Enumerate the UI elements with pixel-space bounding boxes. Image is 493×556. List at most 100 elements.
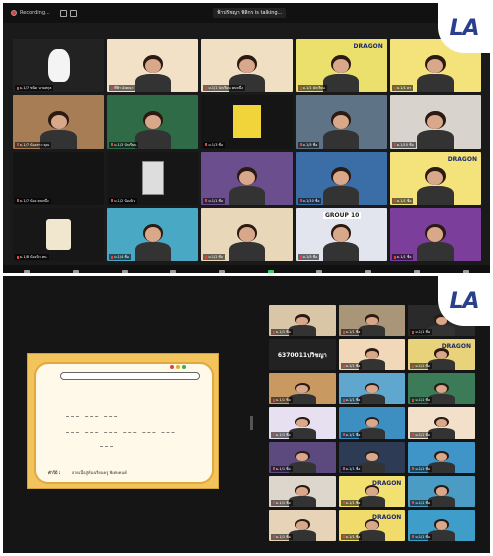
figure-body [417,73,454,93]
participants-icon[interactable] [170,269,177,273]
more-icon[interactable] [462,269,469,273]
participant-tile[interactable]: ม.1/2 ชื่อ [201,207,293,261]
participant-name: ม.1/5 ชื่อ [297,254,320,260]
participant-tile[interactable]: DRAGON ม.1/1 ชื่อ [338,475,406,507]
participant-tile[interactable]: ม.1/1 ชื่อ [338,407,406,439]
participant-tile[interactable]: ม.1/7 น้อง คนหนึ่ง [13,151,105,205]
figure-body [134,73,172,93]
participant-tile[interactable]: ม.1/8 น้องนิว คน [13,207,105,261]
figure-face [366,316,378,325]
participant-tile[interactable]: ม.1/1 ชื่อ [408,509,475,541]
word-puzzle-card: ___ ___ ___ ___ ___ ___ ___ ___ ___ ___ … [34,362,214,484]
participant-tile[interactable]: ม.1/1 ชื่อ [269,305,336,337]
participant-figure [322,167,360,205]
participant-name-text: ม.1/1 ชื่อ [396,255,412,259]
participant-figure [134,111,172,149]
participant-tile[interactable]: ม.1/1 ชื่อ [269,407,336,439]
figure-face [333,227,350,242]
hint-label: คำใบ้ : [48,470,61,475]
participant-tile[interactable]: ม.1/3 นักเรียน [107,95,199,149]
snoopy-avatar-image [45,219,72,251]
muted-mic-icon [393,143,396,146]
participant-figure [417,54,454,93]
participant-tile[interactable]: ม.1/1 ชื่อ [338,373,406,405]
participant-tile[interactable]: ม.1/1 ชื่อ [408,475,475,507]
muted-mic-icon [342,398,345,402]
figure-body [288,427,316,439]
muted-mic-icon [273,398,275,402]
participant-tile[interactable]: DRAGON ม.1/1 นักเรียน [295,39,387,93]
participant-tile[interactable]: ม.1/1 ชื่อ [389,207,481,261]
window-dot-icon [176,365,180,369]
participant-name: ม.1/7 ชนิด นามสกุล [15,85,54,92]
puzzle-hint: คำใบ้ : ลวดเนื้อสู่ห้องเรียนครู พิเศษคนค… [48,469,127,476]
participant-figure [134,54,172,93]
participant-tile[interactable]: GROUP 10 ม.1/5 ชื่อ [295,207,387,261]
participant-tile[interactable]: ม.1/1 ชื่อ [269,441,336,473]
share-icon[interactable] [121,269,128,273]
participant-tile[interactable]: ม.1/7 น้องสาว คุณ [13,95,105,149]
participant-tile[interactable]: ม.1/7 ชนิด นามสกุล [13,39,105,93]
record-icon[interactable] [316,269,323,273]
mic-icon[interactable] [24,269,31,273]
figure-body [358,359,386,371]
participant-name-text: ม.1/5 ชื่อ [302,142,318,147]
figure-face [427,227,444,242]
participant-tile[interactable]: ม.1/2 น้องนิว [107,151,199,205]
muted-mic-icon [393,86,396,90]
participant-name-text: ม.1/1 ชื่อ [415,466,430,471]
pause-recording-button[interactable] [59,9,67,17]
participant-tile[interactable]: ม.1/1 ชื่อ [408,441,475,473]
muted-mic-icon [299,143,302,146]
participant-name: ม.1/5 ชื่อ [297,141,320,148]
figure-body [134,242,172,261]
participant-tile[interactable]: DRAGON ม.1/1 ชื่อ [408,339,475,371]
participant-name-text: ม.1/1 ชื่อ [276,500,291,505]
participant-tile[interactable]: ม.1/1 ชื่อ [338,305,406,337]
splitter-handle[interactable] [250,416,253,430]
figure-face [366,521,378,530]
participant-tile[interactable]: ม.1/10 ชื่อ [389,95,481,149]
muted-mic-icon [273,501,275,505]
participant-tile[interactable]: ม.1/1 ชื่อ [269,475,336,507]
participant-tile[interactable]: ม.1/1 ชื่อ [201,151,293,205]
participant-tile[interactable]: DRAGON ม.1/1 ชื่อ [338,509,406,541]
participant-tile[interactable]: 6370011ปวิชญา [269,339,336,371]
participant-name: ม.1/1 ชื่อ [271,499,293,506]
participant-tile[interactable]: ม.1/10 ชื่อ [295,151,387,205]
hint-text: ลวดเนื้อสู่ห้องเรียนครู พิเศษคนค์ [71,470,127,475]
participant-tile[interactable]: ม.1/5 ชื่อ [295,95,387,149]
figure-body [358,530,386,541]
participant-name: ม.1/1 ชื่อ [271,533,293,540]
stop-recording-button[interactable] [69,9,77,17]
participant-name: ม.1/1 ชื่อ [271,465,293,472]
chat-icon[interactable] [219,269,226,273]
participant-tile[interactable]: ม.1/1 ชื่อ [338,441,406,473]
participant-tile[interactable]: พี่ฟ้า อังคณา [107,39,199,93]
participant-tile[interactable]: ม.1/1 ชื่อ [408,407,475,439]
muted-mic-icon [17,199,19,203]
reactions-icon[interactable] [365,269,372,273]
participant-name-text: ม.1/1 ชื่อ [415,432,430,437]
participant-tile[interactable]: DRAGON ม.1/1 ชื่อ [389,151,481,205]
unmute-caret[interactable] [73,269,80,273]
window-dot-icon [182,365,186,369]
participant-tile[interactable]: ม.1/1 นักเรียน คนหนึ่ง [201,39,293,93]
apps-icon[interactable] [413,269,420,273]
participant-tile[interactable]: ม.1/4 ชื่อ [107,207,199,261]
muted-mic-icon [342,330,345,334]
figure-face [366,418,378,428]
participant-name: ม.1/7 น้องสาว คุณ [15,141,52,148]
figure-face [144,114,161,130]
participant-figure [228,223,266,261]
participant-tile[interactable]: ม.1/1 ชื่อ [269,509,336,541]
participant-tile[interactable]: ม.1/1 ชื่อ [338,339,406,371]
participant-tile[interactable]: ม.1/1 ชื่อ [269,373,336,405]
participant-tile[interactable]: ม.1/1 ชื่อ [408,373,475,405]
participant-name-text: ม.1/7 ชนิด นามสกุล [20,86,52,91]
participant-figure [322,111,360,149]
participant-name: ม.1/1 ชื่อ [340,533,363,540]
participant-name: ม.1/2 ชื่อ [203,254,226,260]
share-screen-icon[interactable] [267,269,274,273]
participant-tile[interactable]: ม.1/3 ชื่อ [201,95,293,149]
